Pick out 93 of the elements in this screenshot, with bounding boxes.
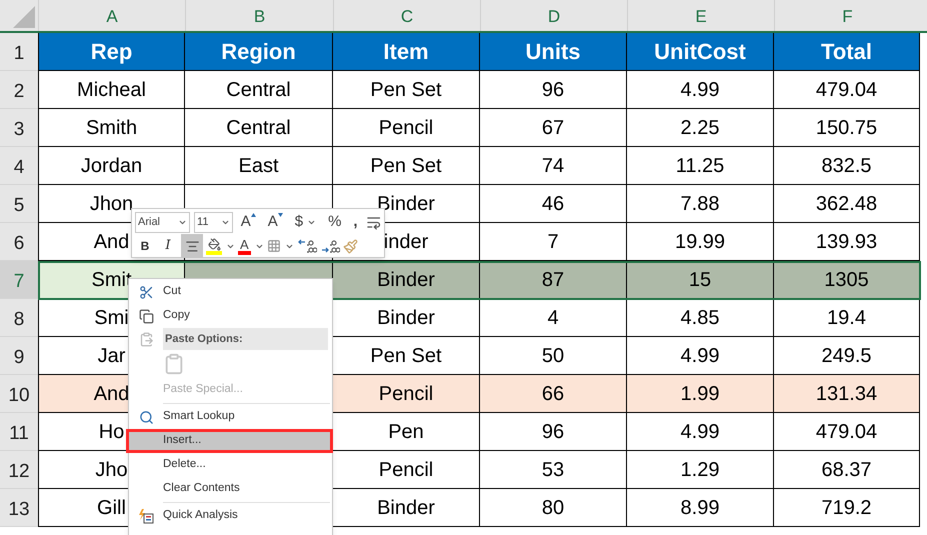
table-cell: 131.34	[774, 375, 920, 413]
table-cell: 68.37	[774, 451, 920, 489]
scissors-icon	[138, 284, 154, 300]
column-header[interactable]: E	[627, 0, 774, 31]
table-cell: 19.99	[627, 223, 774, 261]
row-header[interactable]: 4	[0, 147, 38, 185]
table-cell: 53	[480, 451, 627, 489]
font-color-button[interactable]: A	[238, 235, 264, 257]
column-title: Rep	[38, 33, 185, 71]
column-title: Item	[333, 33, 480, 71]
table-cell: 46	[480, 185, 627, 223]
table-cell: 150.75	[774, 109, 920, 147]
row-header[interactable]: 2	[0, 71, 38, 109]
table-cell: 80	[480, 489, 627, 527]
table-cell: 19.4	[774, 299, 920, 337]
menu-item[interactable]: Insert...	[126, 429, 333, 453]
table-cell: Pen Set	[333, 147, 480, 185]
down-triangle-icon	[278, 212, 283, 217]
table-cell: Smith	[38, 109, 185, 147]
decrease-font-button[interactable]: A	[264, 210, 287, 234]
paint-bucket-icon	[208, 238, 220, 250]
table-cell: 479.04	[774, 413, 920, 451]
table-cell: 67	[480, 109, 627, 147]
currency-button[interactable]: $	[290, 210, 320, 234]
column-header[interactable]: B	[185, 0, 333, 31]
table-cell: 4.99	[627, 413, 774, 451]
increase-font-button[interactable]: A	[236, 210, 260, 234]
center-align-button[interactable]	[181, 234, 203, 258]
row-header[interactable]: 11	[0, 413, 38, 451]
grid-icon	[266, 239, 281, 253]
table-cell: 87	[480, 261, 627, 299]
table-cell: 2.25	[627, 109, 774, 147]
search-icon	[138, 410, 154, 424]
column-title: Region	[185, 33, 333, 71]
paste-options-header: Paste Options:	[163, 328, 328, 350]
decimal-arrow-icon	[320, 238, 340, 254]
table-cell: Central	[185, 71, 333, 109]
column-header[interactable]: F	[774, 0, 920, 31]
table-cell: 74	[480, 147, 627, 185]
table-cell: 8.99	[627, 489, 774, 527]
column-header[interactable]: C	[333, 0, 480, 31]
column-title: Total	[774, 33, 920, 71]
table-cell: Binder	[333, 261, 480, 299]
row-header[interactable]: 5	[0, 185, 38, 223]
row-header[interactable]: 9	[0, 337, 38, 375]
table-cell: 4.99	[627, 71, 774, 109]
align-center-icon	[184, 238, 200, 254]
row-header[interactable]: 1	[0, 33, 38, 71]
row-header[interactable]: 6	[0, 223, 38, 261]
table-cell: Micheal	[38, 71, 185, 109]
table-cell: 11.25	[627, 147, 774, 185]
table-cell: 362.48	[774, 185, 920, 223]
table-cell: 4	[480, 299, 627, 337]
column-title: Units	[480, 33, 627, 71]
table-cell: 1.29	[627, 451, 774, 489]
table-cell: Pencil	[333, 375, 480, 413]
table-cell: 1.99	[627, 375, 774, 413]
table-cell: 479.04	[774, 71, 920, 109]
font-size-field[interactable]: 11	[194, 212, 233, 232]
row-header[interactable]: 7	[0, 261, 38, 299]
font-name-field[interactable]: Arial	[135, 212, 190, 232]
table-cell: Pencil	[333, 109, 480, 147]
table-cell: 96	[480, 413, 627, 451]
quick-analysis-icon	[138, 508, 154, 524]
table-cell: East	[185, 147, 333, 185]
row-header[interactable]: 13	[0, 489, 38, 527]
table-cell: 719.2	[774, 489, 920, 527]
table-cell: 1305	[774, 261, 920, 299]
copy-icon	[138, 308, 154, 324]
column-header[interactable]: A	[38, 0, 185, 31]
table-cell: 4.85	[627, 299, 774, 337]
row-header[interactable]: 8	[0, 299, 38, 337]
table-cell: 832.5	[774, 147, 920, 185]
table-cell: 139.93	[774, 223, 920, 261]
row-header[interactable]: 3	[0, 109, 38, 147]
table-cell: Jordan	[38, 147, 185, 185]
table-cell: Pen Set	[333, 71, 480, 109]
column-header[interactable]: D	[480, 0, 627, 31]
column-title: UnitCost	[627, 33, 774, 71]
table-cell: 7.88	[627, 185, 774, 223]
paintbrush-icon	[342, 238, 358, 254]
table-cell: 66	[480, 375, 627, 413]
row-header[interactable]: 10	[0, 375, 38, 413]
table-cell: 15	[627, 261, 774, 299]
table-cell: 96	[480, 71, 627, 109]
up-triangle-icon	[250, 212, 256, 217]
table-cell: 7	[480, 223, 627, 261]
decimal-arrow-icon	[296, 238, 317, 254]
italic-button[interactable]: I	[158, 235, 178, 257]
table-cell: Central	[185, 109, 333, 147]
clipboard-icon	[138, 332, 154, 346]
row-header[interactable]: 12	[0, 451, 38, 489]
bold-button[interactable]: B	[135, 235, 155, 257]
